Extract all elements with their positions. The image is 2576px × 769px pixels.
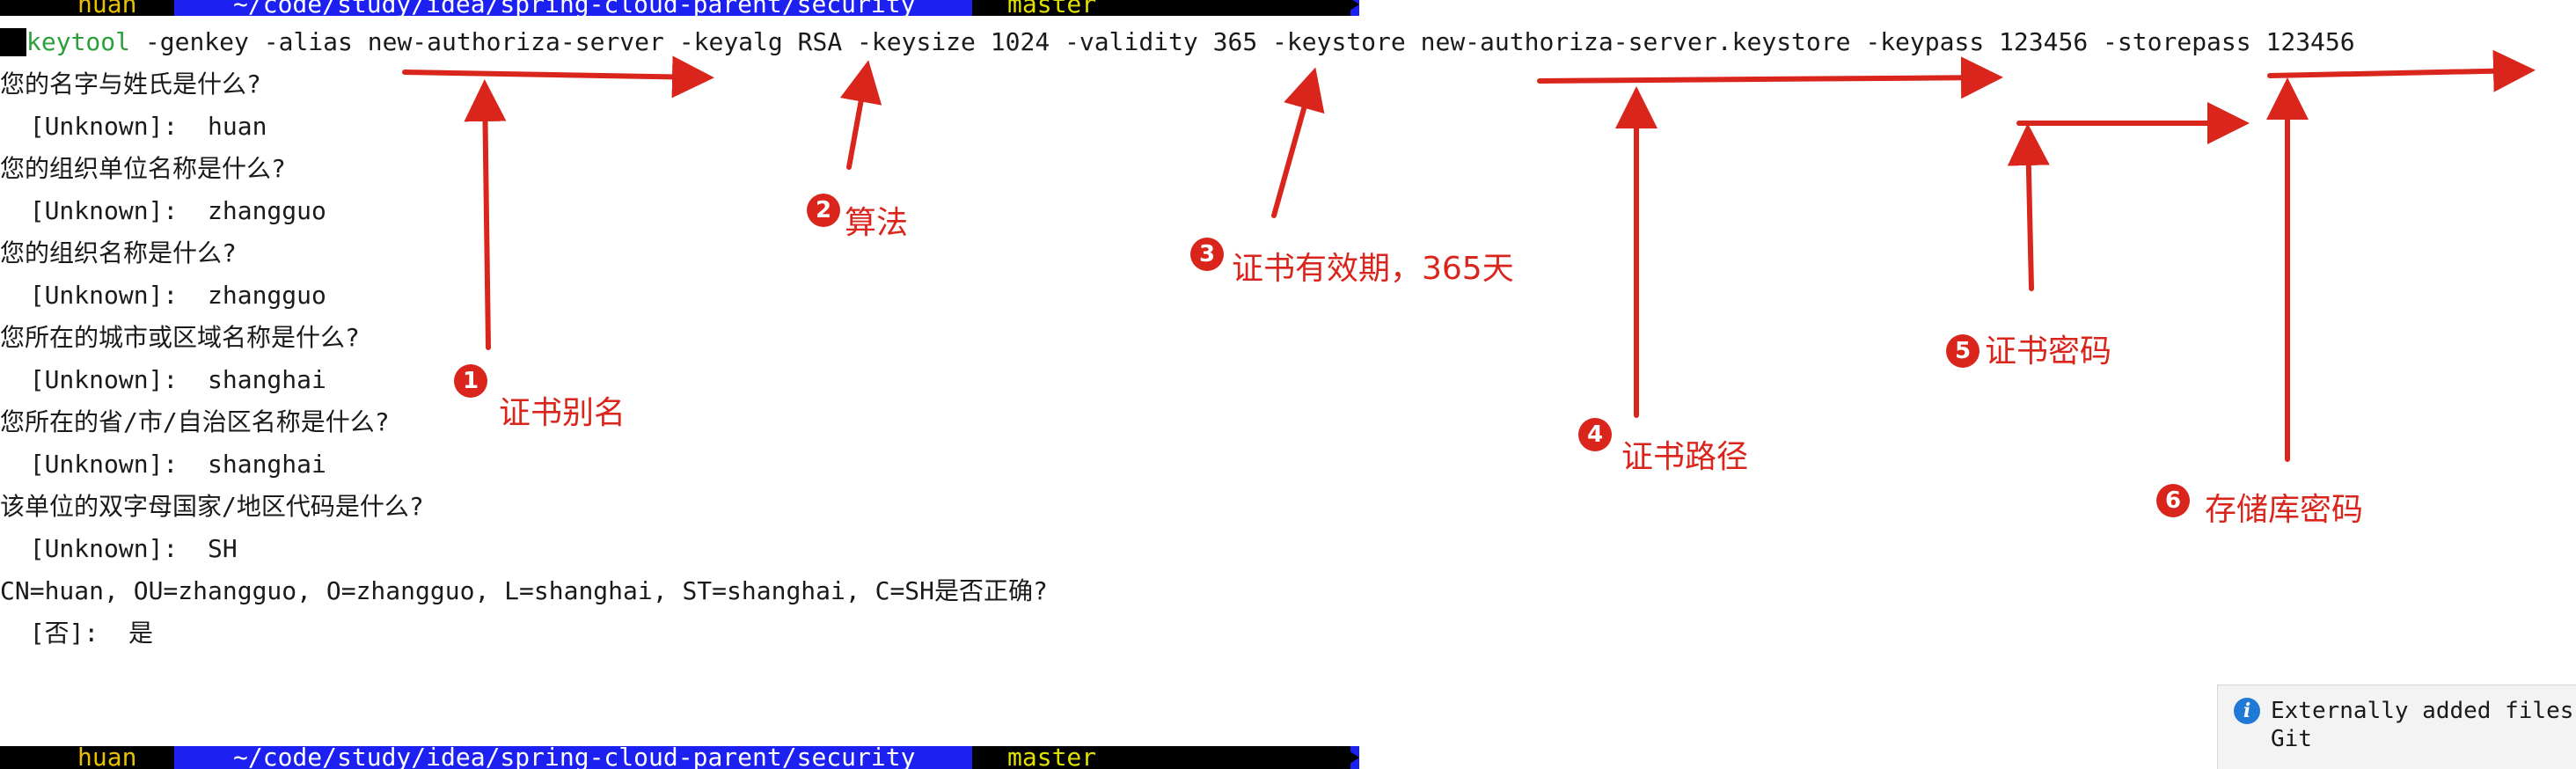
apple-icon: [0, 0, 51, 16]
annotation-badge-4: 4: [1578, 418, 1612, 451]
arrow-alias-vertical: [464, 79, 507, 350]
arrow-keyalg: [839, 60, 882, 170]
annotation-label-alias: 证书别名: [499, 395, 626, 431]
command-args: -genkey -alias new-authoriza-server -key…: [130, 27, 2355, 56]
arrow-keypass-vertical: [2007, 123, 2050, 291]
prompt-user: huan: [51, 746, 174, 769]
prompt-path: ~/code/study/idea/spring-cloud-parent/se…: [233, 746, 916, 769]
arrow-alias-horizontal: [402, 55, 714, 99]
output-line: CN=huan, OU=zhangguo, O=zhangguo, L=shan…: [0, 576, 1048, 605]
info-icon: i: [2234, 698, 2260, 724]
output-line: [Unknown]: zhangguo: [0, 196, 326, 225]
annotation-badge-1: 1: [454, 364, 487, 398]
output-line: 您所在的城市或区域名称是什么?: [0, 323, 360, 352]
prompt-path: ~/code/study/idea/spring-cloud-parent/se…: [233, 0, 916, 16]
annotation-badge-5: 5: [1946, 334, 1980, 368]
annotation-label-validity: 证书有效期，365天: [1232, 251, 1514, 287]
arrow-validity: [1271, 67, 1325, 218]
cursor-block: [0, 28, 26, 56]
prompt-arrow-end: [1342, 0, 1359, 16]
annotation-label-keypass: 证书密码: [1985, 333, 2112, 370]
output-line: [否]: 是: [0, 619, 154, 648]
notification-source: Git: [2271, 726, 2312, 752]
notification-message: Externally added files: [2271, 698, 2574, 724]
output-line: [Unknown]: zhangguo: [0, 281, 326, 310]
output-line: 您的组织名称是什么?: [0, 238, 237, 267]
arrow-storepass-horizontal: [2267, 49, 2536, 92]
annotation-badge-2: 2: [807, 194, 840, 227]
prompt-branch: master: [1007, 746, 1097, 769]
output-line: [Unknown]: shanghai: [0, 365, 326, 394]
output-line: [Unknown]: huan: [0, 112, 267, 141]
prompt-bar-top: huan ~/code/study/idea/spring-cloud-pare…: [0, 0, 1359, 16]
command-keyword: keytool: [26, 27, 131, 56]
prompt-bar-bottom: huan ~/code/study/idea/spring-cloud-pare…: [0, 746, 1359, 769]
notification-toast[interactable]: i Externally added files Git: [2217, 685, 2576, 769]
prompt-user: huan: [51, 0, 174, 16]
annotation-badge-6: 6: [2156, 484, 2190, 517]
output-line: [Unknown]: SH: [0, 534, 238, 563]
annotation-arrows: [402, 49, 2536, 462]
output-line: [Unknown]: shanghai: [0, 450, 326, 479]
output-line: 您所在的省/市/自治区名称是什么?: [0, 407, 390, 436]
annotation-label-keystore-path: 证书路径: [1621, 439, 1749, 475]
command-line: keytool -genkey -alias new-authoriza-ser…: [0, 28, 2534, 56]
prompt-git-segment: master: [972, 0, 1350, 16]
arrow-keystore-horizontal: [1537, 56, 2003, 99]
apple-icon: [0, 746, 51, 769]
annotation-badge-3: 3: [1190, 238, 1224, 271]
output-line: 您的组织单位名称是什么?: [0, 154, 286, 183]
output-line: 该单位的双字母国家/地区代码是什么?: [0, 492, 424, 521]
prompt-arrow-end: [1342, 746, 1359, 769]
output-line: 您的名字与姓氏是什么?: [0, 70, 261, 99]
prompt-branch: master: [1007, 0, 1097, 16]
prompt-git-segment: master: [972, 746, 1350, 769]
annotation-label-algorithm: 算法: [845, 205, 909, 241]
annotation-label-storepass: 存储库密码: [2205, 492, 2364, 528]
